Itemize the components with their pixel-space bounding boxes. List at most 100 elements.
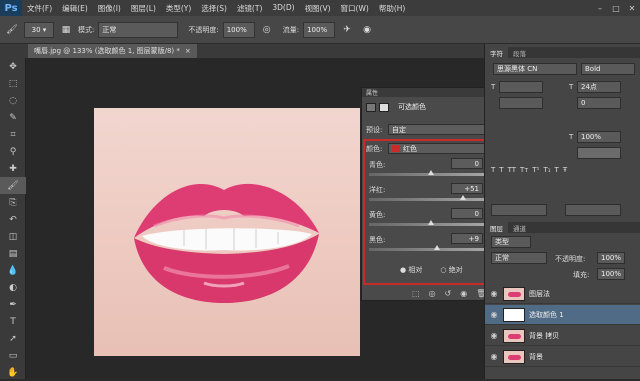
kerning-input[interactable] (499, 97, 543, 109)
pressure-opacity-icon[interactable]: ◎ (259, 22, 275, 38)
eyedropper-icon[interactable]: ⚲ (0, 143, 26, 160)
layer-kind-filter[interactable]: 类型 (491, 236, 531, 248)
scale-input[interactable]: 100% (577, 131, 621, 143)
mode-select[interactable]: 正常 (98, 21, 179, 38)
pen-icon[interactable]: ✒ (0, 296, 26, 313)
font-size-input[interactable]: 24点 (577, 81, 621, 93)
text-color-swatch[interactable] (577, 147, 621, 159)
slider-value-input[interactable]: 0 (451, 208, 483, 219)
move-icon[interactable]: ✥ (0, 58, 26, 75)
font-size-box[interactable] (499, 81, 543, 93)
superscript-icon[interactable]: T¹ (532, 166, 539, 174)
maximize-button[interactable]: □ (608, 0, 624, 16)
preset-select[interactable]: 自定▾ (388, 124, 498, 135)
brush-tool-icon[interactable]: 🖌 (4, 22, 20, 38)
menu-item[interactable]: 3D(D) (267, 3, 299, 14)
tab-layers[interactable]: 图层 (485, 222, 508, 233)
slider-track[interactable] (369, 220, 493, 226)
layer-row[interactable]: ◉ 背景 拷贝 (485, 326, 640, 346)
view-previous-icon[interactable]: ◎ (429, 289, 436, 298)
tab-paragraph[interactable]: 段落 (508, 47, 531, 58)
visibility-eye-icon[interactable]: ◉ (485, 289, 503, 298)
brush-panel-icon[interactable]: ▦ (58, 22, 74, 38)
tab-channels[interactable]: 通道 (508, 222, 531, 233)
slider-value-input[interactable]: +9 (451, 233, 483, 244)
absolute-radio[interactable]: ○ 绝对 (440, 265, 462, 275)
font-style-select[interactable]: Bold (581, 63, 635, 75)
slider-thumb[interactable] (428, 170, 434, 175)
antialias-select[interactable] (565, 204, 621, 216)
layer-opacity-input[interactable]: 100% (597, 252, 625, 264)
slider-track[interactable] (369, 170, 493, 176)
relative-radio[interactable]: ● 相对 (400, 265, 422, 275)
marquee-icon[interactable]: ⬚ (0, 75, 26, 92)
brush-size-picker[interactable]: 30 ▾ (24, 21, 54, 38)
visibility-icon[interactable]: ◉ (460, 289, 467, 298)
underline-icon[interactable]: T (555, 166, 559, 174)
airbrush-icon[interactable]: ✈ (339, 22, 355, 38)
document-tab[interactable]: 嘴唇.jpg @ 133% (选取颜色 1, 图层蒙版/8) * × (28, 44, 197, 58)
blur-icon[interactable]: 💧 (0, 262, 26, 279)
menu-item[interactable]: 文件(F) (22, 3, 57, 14)
menu-item[interactable]: 选择(S) (196, 3, 232, 14)
crop-icon[interactable]: ⌗ (0, 126, 26, 143)
document-close-icon[interactable]: × (185, 47, 191, 55)
language-select[interactable] (491, 204, 547, 216)
faux-italic-icon[interactable]: T (499, 166, 503, 174)
all-caps-icon[interactable]: TT (508, 166, 516, 174)
gradient-icon[interactable]: ▤ (0, 245, 26, 262)
mask-icon[interactable] (379, 102, 389, 112)
adjustment-icon[interactable] (366, 102, 376, 112)
small-caps-icon[interactable]: Tт (520, 166, 528, 174)
brush-icon[interactable]: 🖌 (0, 177, 26, 194)
dodge-icon[interactable]: ◐ (0, 279, 26, 296)
path-select-icon[interactable]: ➚ (0, 330, 26, 347)
font-family-select[interactable]: 思源黑体 CN (493, 63, 577, 75)
menu-item[interactable]: 窗口(W) (336, 3, 374, 14)
visibility-eye-icon[interactable]: ◉ (485, 352, 503, 361)
layer-row[interactable]: ◉ 选取颜色 1 (485, 305, 640, 325)
slider-value-input[interactable]: +51 (451, 183, 483, 194)
menu-item[interactable]: 图层(L) (126, 3, 161, 14)
eraser-icon[interactable]: ◫ (0, 228, 26, 245)
slider-thumb[interactable] (428, 220, 434, 225)
opacity-input[interactable]: 100% (222, 21, 255, 38)
menu-item[interactable]: 类型(Y) (161, 3, 196, 14)
menu-item[interactable]: 编辑(E) (57, 3, 93, 14)
tracking-input[interactable]: 0 (577, 97, 621, 109)
hand-icon[interactable]: ✋ (0, 364, 26, 381)
type-icon[interactable]: T (0, 313, 26, 330)
subscript-icon[interactable]: T₁ (543, 166, 550, 174)
minimize-button[interactable]: – (592, 0, 608, 16)
healing-icon[interactable]: ✚ (0, 160, 26, 177)
reset-icon[interactable]: ↺ (445, 289, 452, 298)
clone-stamp-icon[interactable]: ⎘ (0, 194, 26, 211)
visibility-eye-icon[interactable]: ◉ (485, 331, 503, 340)
close-button[interactable]: ✕ (624, 0, 640, 16)
clip-layer-icon[interactable]: ⬚ (412, 289, 420, 298)
menu-item[interactable]: 图像(I) (93, 3, 126, 14)
lips-photo[interactable] (94, 108, 360, 356)
faux-bold-icon[interactable]: T (491, 166, 495, 174)
slider-value-input[interactable]: 0 (451, 158, 483, 169)
slider-track[interactable] (369, 245, 493, 251)
layer-row[interactable]: ◉ 背景 (485, 347, 640, 367)
blend-mode-select[interactable]: 正常 (491, 252, 547, 264)
slider-track[interactable] (369, 195, 493, 201)
flow-input[interactable]: 100% (303, 21, 336, 38)
tab-character[interactable]: 字符 (485, 47, 508, 58)
layer-row[interactable]: ◉ 图层法 (485, 284, 640, 304)
menu-item[interactable]: 帮助(H) (374, 3, 411, 14)
fill-input[interactable]: 100% (597, 268, 625, 280)
slider-thumb[interactable] (433, 245, 440, 250)
slider-thumb[interactable] (459, 195, 466, 200)
menu-item[interactable]: 滤镜(T) (232, 3, 267, 14)
quick-select-icon[interactable]: ✎ (0, 109, 26, 126)
lasso-icon[interactable]: ◌ (0, 92, 26, 109)
colors-select[interactable]: 红色▾ (388, 143, 498, 154)
pressure-size-icon[interactable]: ◉ (359, 22, 375, 38)
visibility-eye-icon[interactable]: ◉ (485, 310, 503, 319)
history-brush-icon[interactable]: ↶ (0, 211, 26, 228)
shape-icon[interactable]: ▭ (0, 347, 26, 364)
strikethrough-icon[interactable]: Ŧ (563, 166, 567, 174)
